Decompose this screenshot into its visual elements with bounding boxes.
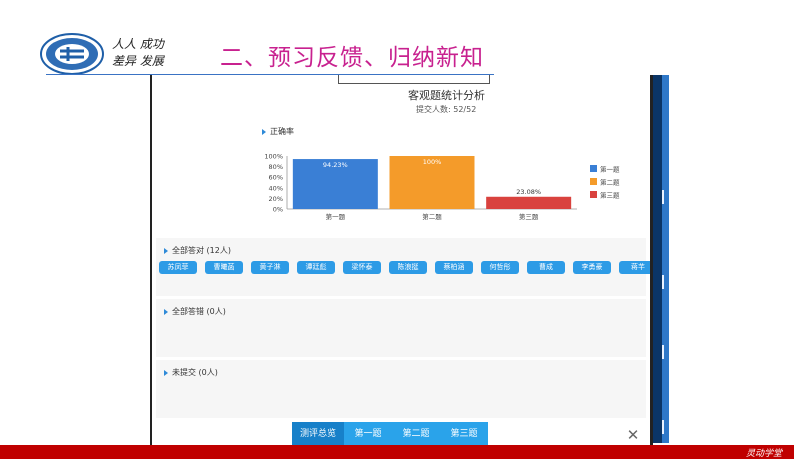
correct-names-list: 苏凤菲 曹曦菡 黄子淋 谭廷彪 梁怀泰 陈浪挺 蔡柏涵 何哲彤 曹成 李勇豪 蒋芊: [159, 261, 652, 280]
student-name-chip[interactable]: 何哲彤: [481, 261, 519, 274]
student-name-chip[interactable]: 梁怀泰: [343, 261, 381, 274]
section-all-correct: 全部答对 (12人) 苏凤菲 曹曦菡 黄子淋 谭廷彪 梁怀泰 陈浪挺 蔡柏涵 何哲彤 曹成 李勇豪…: [156, 238, 652, 296]
triangle-bullet-icon: [164, 369, 168, 376]
legend-swatch: [590, 165, 597, 172]
x-tick-label: 第二题: [422, 212, 442, 221]
student-name-chip[interactable]: 曹曦菡: [205, 261, 243, 274]
footer-brand: 灵动学堂: [745, 449, 782, 459]
section-all-wrong-label: 全部答错 (0人): [172, 307, 226, 316]
desktop-edge-tick: [662, 345, 664, 359]
bar-value-label: 94.23%: [323, 161, 348, 169]
section-not-submitted-label: 未提交 (0人): [172, 368, 218, 377]
section-not-submitted-title: 未提交 (0人): [164, 367, 218, 378]
section-not-submitted: 未提交 (0人): [156, 360, 646, 418]
accuracy-chart: 100% 80% 60% 40% 20% 0% 94.23% 第一题 100% 第二题 23.08%…: [264, 153, 620, 222]
section-all-wrong-title: 全部答错 (0人): [164, 306, 226, 317]
desktop-edge-dark: [653, 75, 662, 443]
question-tab-bar: 测评总览 第一题 第二题 第三题: [292, 422, 488, 447]
tab-question-1[interactable]: 第一题: [344, 422, 392, 447]
footer-bar: 灵动学堂: [0, 445, 794, 459]
student-name-chip[interactable]: 李勇豪: [573, 261, 611, 274]
student-name-chip[interactable]: 蒋芊: [619, 261, 652, 274]
triangle-bullet-icon: [164, 247, 168, 254]
screenshot-panel: 客观题统计分析 提交人数: 52/52 正确率 100% 80% 60% 40% 20%…: [152, 75, 652, 450]
desktop-edge-tick: [662, 190, 664, 204]
tab-question-2[interactable]: 第二题: [392, 422, 440, 447]
school-logo: [40, 33, 104, 75]
slide-title: 二、预习反馈、归纳新知: [220, 45, 484, 71]
motto-line-2: 差异 发展: [112, 54, 164, 68]
section-all-wrong: 全部答错 (0人): [156, 299, 646, 357]
section-all-correct-label: 全部答对 (12人): [172, 246, 231, 255]
student-name-chip[interactable]: 蔡柏涵: [435, 261, 473, 274]
legend-swatch: [590, 178, 597, 185]
desktop-edge-tick: [662, 420, 664, 434]
y-tick-label: 0%: [273, 206, 283, 214]
motto-line-1: 人人 成功: [112, 37, 164, 51]
triangle-bullet-icon: [164, 308, 168, 315]
legend-label: 第二题: [600, 178, 620, 187]
student-name-chip[interactable]: 黄子淋: [251, 261, 289, 274]
bar-value-label: 100%: [423, 158, 442, 166]
student-name-chip[interactable]: 苏凤菲: [159, 261, 197, 274]
legend-label: 第一题: [600, 165, 620, 174]
student-name-chip[interactable]: 谭廷彪: [297, 261, 335, 274]
desktop-edge: [653, 75, 794, 443]
desktop-edge-tick: [662, 275, 664, 289]
school-motto: 人人 成功 差异 发展: [112, 36, 164, 70]
y-tick-label: 100%: [264, 153, 283, 161]
bar-value-label: 23.08%: [516, 188, 541, 196]
y-tick-label: 40%: [269, 184, 283, 192]
x-tick-label: 第一题: [326, 212, 346, 221]
legend-label: 第三题: [600, 191, 620, 200]
tab-overview[interactable]: 测评总览: [292, 422, 344, 447]
x-tick-label: 第三题: [519, 212, 539, 221]
bar-3: [486, 196, 572, 209]
tab-question-3[interactable]: 第三题: [440, 422, 488, 447]
student-name-chip[interactable]: 陈浪挺: [389, 261, 427, 274]
y-tick-label: 20%: [269, 195, 283, 203]
desktop-edge-blue: [662, 75, 669, 443]
y-tick-label: 80%: [269, 163, 283, 171]
y-tick-label: 60%: [269, 174, 283, 182]
close-icon[interactable]: ✕: [626, 428, 640, 443]
student-name-chip[interactable]: 曹成: [527, 261, 565, 274]
legend-swatch: [590, 191, 597, 198]
section-all-correct-title: 全部答对 (12人): [164, 245, 231, 256]
